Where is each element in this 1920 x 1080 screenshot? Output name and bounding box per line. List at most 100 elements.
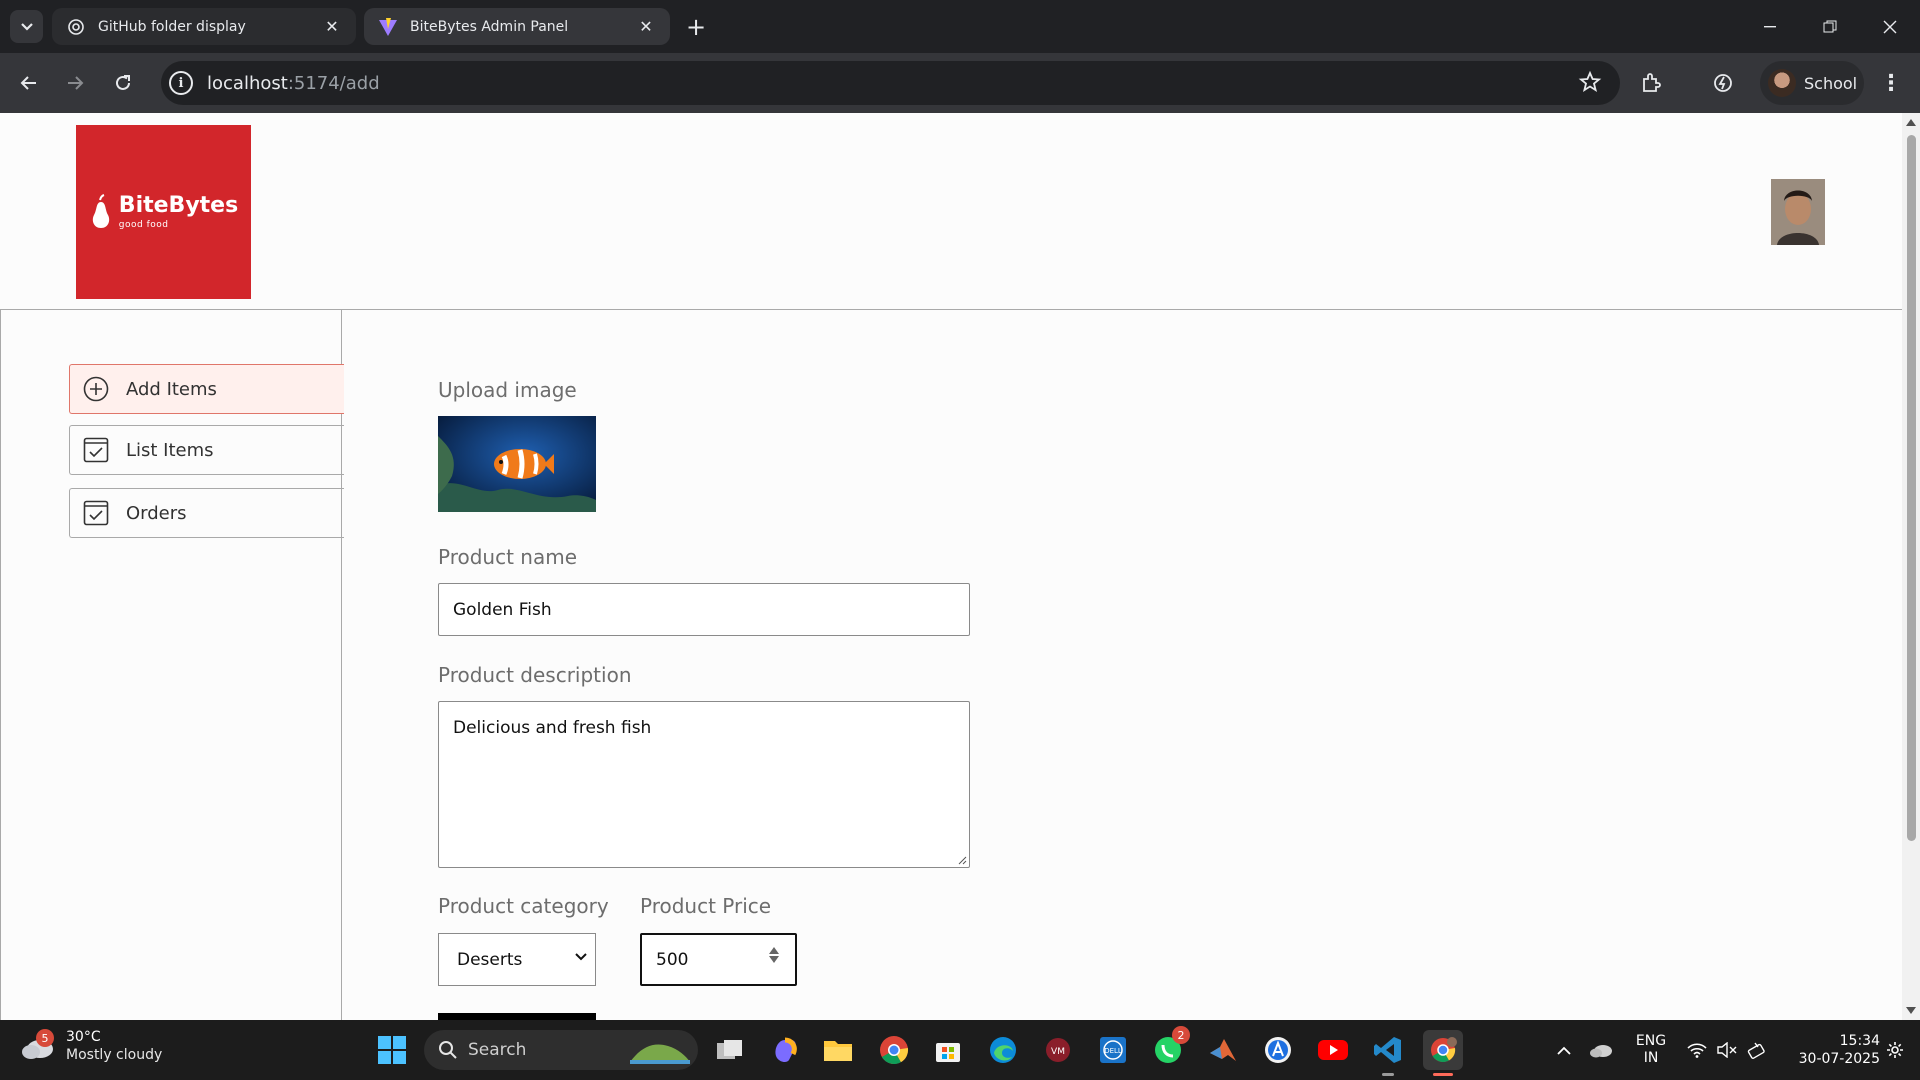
close-icon[interactable]: ✕ <box>636 17 656 37</box>
microsoft-store-icon[interactable] <box>928 1030 968 1070</box>
app-a-icon[interactable] <box>1258 1030 1298 1070</box>
file-explorer-icon[interactable] <box>818 1030 858 1070</box>
url-text[interactable]: localhost:5174/add <box>207 73 380 94</box>
chrome-icon[interactable] <box>874 1030 914 1070</box>
arrow-left-icon <box>20 76 36 90</box>
admin-avatar[interactable] <box>1771 179 1825 245</box>
bookmark-star-icon[interactable] <box>1578 70 1602 98</box>
tab-search-button[interactable] <box>10 10 43 43</box>
scroll-down-icon[interactable] <box>1906 1007 1916 1014</box>
tab-github-folder-display[interactable]: GitHub folder display ✕ <box>52 8 356 45</box>
product-category-label: Product category <box>438 894 609 918</box>
pear-logo-icon <box>92 194 109 228</box>
profile-name: School <box>1804 73 1858 93</box>
sidebar-item-add-items[interactable]: Add Items <box>69 364 344 414</box>
resize-grip-icon[interactable] <box>957 855 967 865</box>
reload-button[interactable] <box>106 66 140 100</box>
new-tab-button[interactable]: + <box>681 12 711 42</box>
notification-settings-icon[interactable] <box>1880 1020 1910 1080</box>
product-category-select[interactable]: Deserts <box>438 933 596 986</box>
back-button[interactable] <box>12 66 46 100</box>
windows-start-icon[interactable] <box>372 1030 412 1070</box>
whatsapp-icon[interactable]: 2 <box>1148 1026 1190 1070</box>
search-icon <box>439 1041 457 1059</box>
wifi-icon[interactable] <box>1684 1020 1710 1080</box>
performance-icon[interactable] <box>1706 66 1740 100</box>
site-info-icon[interactable]: i <box>169 71 193 95</box>
scroll-thumb[interactable] <box>1907 135 1916 841</box>
clock-date: 30-07-2025 <box>1798 1051 1880 1067</box>
tab-strip: GitHub folder display ✕ BiteBytes Admin … <box>0 0 1920 53</box>
product-name-input[interactable]: Golden Fish <box>438 583 970 636</box>
dell-icon[interactable]: DELL <box>1093 1030 1133 1070</box>
clock[interactable]: 15:34 30-07-2025 <box>1780 1020 1880 1080</box>
spin-up-icon[interactable] <box>769 947 779 954</box>
svg-text:DELL: DELL <box>1104 1047 1122 1055</box>
restore-button[interactable] <box>1800 0 1860 53</box>
profile-avatar <box>1768 69 1796 97</box>
chevron-down-icon <box>20 22 33 31</box>
product-price-input[interactable]: 500 <box>640 933 797 986</box>
tab-bitebytes-admin-panel[interactable]: BiteBytes Admin Panel ✕ <box>364 8 670 45</box>
reload-icon <box>116 75 130 90</box>
tab-title: BiteBytes Admin Panel <box>410 18 569 35</box>
volume-muted-icon[interactable] <box>1714 1020 1740 1080</box>
checkbox-icon <box>82 436 110 464</box>
search-placeholder: Search <box>468 1040 527 1060</box>
virtual-box-icon[interactable]: VM <box>1038 1030 1078 1070</box>
close-window-button[interactable] <box>1860 0 1920 53</box>
taskbar-search[interactable]: Search <box>424 1030 698 1070</box>
product-description-label: Product description <box>438 663 632 687</box>
chevron-up-icon <box>1557 1046 1571 1055</box>
search-highlight-icon <box>630 1044 690 1064</box>
active-indicator <box>1433 1073 1453 1076</box>
add-circle-icon <box>82 375 110 403</box>
brand-logo[interactable]: BiteBytes good food <box>76 125 251 299</box>
battery-icon[interactable] <box>1744 1020 1770 1080</box>
add-submit-button[interactable] <box>438 1013 596 1020</box>
taskbar: 5 30°C Mostly cloudy Search VM DELL 2 EN… <box>0 1020 1920 1080</box>
weather-temperature: 30°C <box>66 1029 101 1045</box>
show-hidden-icons[interactable] <box>1552 1020 1576 1080</box>
url-path: :5174/add <box>287 72 380 94</box>
forward-button[interactable] <box>58 66 92 100</box>
close-icon[interactable]: ✕ <box>322 17 342 37</box>
spin-down-icon[interactable] <box>769 956 779 963</box>
scroll-up-icon[interactable] <box>1906 119 1916 126</box>
upload-image-label: Upload image <box>438 378 577 402</box>
copilot-icon[interactable] <box>765 1030 805 1070</box>
sidebar-item-list-items[interactable]: List Items <box>69 425 344 475</box>
task-view-icon[interactable] <box>710 1030 750 1070</box>
svg-text:VM: VM <box>1051 1047 1065 1057</box>
page-viewport: BiteBytes good food Add Items List Items <box>0 113 1902 1020</box>
profile-button[interactable]: School <box>1760 61 1864 105</box>
restore-icon <box>1823 20 1837 32</box>
upload-image-preview[interactable] <box>438 416 596 512</box>
language-indicator[interactable]: ENG IN <box>1628 1020 1674 1080</box>
browser-menu-icon[interactable]: ⋮ <box>1874 66 1908 100</box>
edge-icon[interactable] <box>983 1030 1023 1070</box>
minimize-button[interactable] <box>1740 0 1800 53</box>
extensions-icon[interactable] <box>1634 66 1668 100</box>
chevron-down-icon <box>575 953 587 961</box>
checkbox-icon <box>82 499 110 527</box>
number-spinner[interactable] <box>769 947 779 963</box>
cloud-icon: 5 <box>20 1029 56 1061</box>
onedrive-icon[interactable] <box>1588 1020 1614 1080</box>
vscode-icon[interactable] <box>1368 1030 1408 1076</box>
matlab-icon[interactable] <box>1203 1030 1243 1070</box>
arrow-right-icon <box>68 76 84 90</box>
product-name-label: Product name <box>438 545 578 569</box>
category-selected-value: Deserts <box>457 949 523 970</box>
chrome-profile-icon[interactable] <box>1423 1030 1463 1076</box>
sidebar-item-orders[interactable]: Orders <box>69 488 344 538</box>
product-description-textarea[interactable]: Delicious and fresh fish <box>438 701 970 868</box>
weather-widget[interactable]: 5 30°C Mostly cloudy <box>20 1028 162 1064</box>
sidebar-item-label: Add Items <box>126 378 217 400</box>
sidebar: Add Items List Items Orders <box>0 310 344 1020</box>
browser-toolbar: i localhost:5174/add School ⋮ <box>0 53 1920 113</box>
weather-badge: 5 <box>36 1029 54 1047</box>
page-scrollbar[interactable] <box>1902 113 1920 1020</box>
address-bar[interactable]: i localhost:5174/add <box>161 61 1620 105</box>
youtube-icon[interactable] <box>1313 1030 1353 1070</box>
